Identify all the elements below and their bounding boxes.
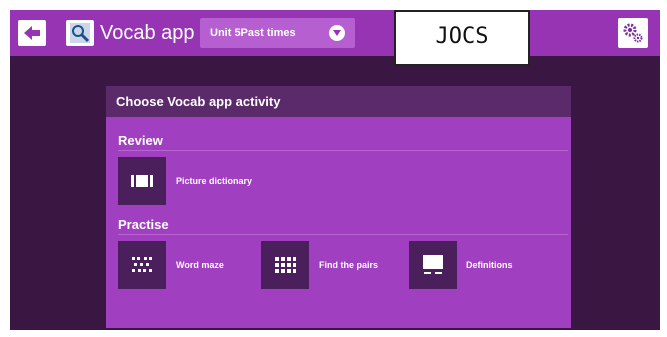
- divider: [118, 234, 568, 235]
- word-maze-label[interactable]: Word maze: [176, 260, 224, 270]
- app-window: Vocab app Unit 5Past times JOCS Choose V…: [10, 10, 660, 330]
- back-button[interactable]: [18, 20, 46, 46]
- find-the-pairs-label[interactable]: Find the pairs: [319, 260, 378, 270]
- definitions-icon: [423, 255, 443, 274]
- back-arrow-icon: [24, 26, 40, 40]
- app-title: Vocab app: [100, 22, 195, 44]
- unit-selector[interactable]: Unit 5Past times: [200, 18, 355, 48]
- chevron-down-icon[interactable]: [329, 25, 345, 41]
- find-the-pairs-button[interactable]: [261, 241, 309, 289]
- unit-label: Unit 5Past times: [210, 27, 296, 39]
- jocs-overlay-label: JOCS: [394, 10, 530, 66]
- top-bar: Vocab app Unit 5Past times: [10, 10, 660, 56]
- activity-panel: Choose Vocab app activity Review Picture…: [106, 86, 571, 328]
- word-maze-button[interactable]: [118, 241, 166, 289]
- gear-icon: [623, 23, 643, 43]
- definitions-button[interactable]: [409, 241, 457, 289]
- definitions-label[interactable]: Definitions: [466, 260, 513, 270]
- divider: [118, 150, 568, 151]
- find-the-pairs-icon: [275, 257, 296, 273]
- panel-header: Choose Vocab app activity: [106, 86, 571, 117]
- picture-dictionary-label[interactable]: Picture dictionary: [176, 176, 252, 186]
- section-practise-label: Practise: [118, 217, 169, 232]
- section-review-label: Review: [118, 133, 163, 148]
- panel-title: Choose Vocab app activity: [116, 94, 281, 109]
- vocab-app-logo-icon: [66, 20, 94, 46]
- picture-dictionary-icon: [131, 175, 153, 187]
- settings-button[interactable]: [618, 18, 648, 48]
- jocs-text: JOCS: [435, 24, 489, 49]
- word-maze-icon: [132, 257, 152, 272]
- picture-dictionary-button[interactable]: [118, 157, 166, 205]
